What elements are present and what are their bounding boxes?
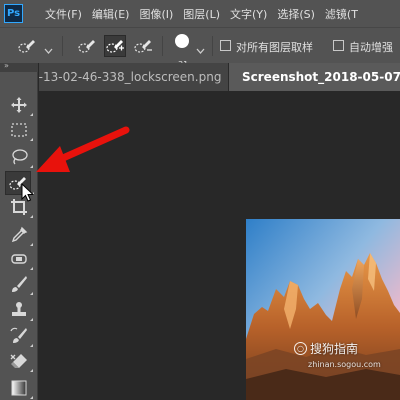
eraser-icon bbox=[10, 354, 27, 368]
mountain-photo bbox=[246, 219, 400, 400]
menu-filter[interactable]: 滤镜(T bbox=[325, 6, 358, 22]
options-divider bbox=[162, 36, 163, 56]
document-image[interactable]: ○ 搜狗指南 zhinan.sogou.com bbox=[246, 219, 400, 400]
sogou-logo-icon: ○ bbox=[294, 342, 307, 355]
tab-label: Screenshot_2018-05-07-12-57 bbox=[242, 70, 400, 84]
move-tool[interactable] bbox=[9, 95, 33, 116]
menu-items: 文件(F) 编辑(E) 图像(I) 图层(L) 文字(Y) 选择(S) 滤镜(T bbox=[45, 6, 368, 22]
menu-bar: Ps 文件(F) 编辑(E) 图像(I) 图层(L) 文字(Y) 选择(S) 滤… bbox=[0, 0, 400, 27]
photoshop-logo: Ps bbox=[4, 4, 23, 23]
lasso-tool[interactable] bbox=[9, 147, 33, 168]
brush-tool[interactable] bbox=[9, 274, 33, 295]
tool-preset-picker[interactable] bbox=[16, 35, 38, 57]
move-icon bbox=[11, 97, 27, 113]
gradient-tool[interactable] bbox=[9, 378, 33, 399]
canvas-area[interactable]: ○ 搜狗指南 zhinan.sogou.com bbox=[39, 92, 400, 400]
gradient-icon bbox=[11, 380, 27, 396]
options-bar: 31 对所有图层取样 自动增强 bbox=[0, 27, 400, 69]
document-tabs: 4-13-02-46-338_lockscreen.png × Screensh… bbox=[39, 63, 400, 91]
auto-enhance-label: 自动增强 bbox=[349, 41, 393, 54]
options-divider bbox=[212, 36, 213, 56]
history-brush-icon bbox=[10, 327, 27, 343]
collapse-icon[interactable]: » bbox=[4, 61, 9, 70]
watermark-url: zhinan.sogou.com bbox=[308, 360, 381, 369]
chevron-down-icon[interactable] bbox=[44, 40, 53, 59]
menu-image[interactable]: 图像(I) bbox=[139, 6, 173, 22]
watermark-text: 搜狗指南 bbox=[310, 342, 359, 356]
healing-brush-tool[interactable] bbox=[9, 249, 33, 270]
brush-picker[interactable] bbox=[174, 33, 190, 53]
bandage-icon bbox=[11, 254, 27, 264]
brush-icon bbox=[12, 276, 27, 292]
add-to-selection-button[interactable] bbox=[104, 35, 126, 57]
tools-panel: » bbox=[0, 61, 38, 400]
eraser-tool[interactable] bbox=[9, 351, 33, 372]
menu-select[interactable]: 选择(S) bbox=[277, 6, 315, 22]
history-brush-tool[interactable] bbox=[9, 326, 33, 347]
chevron-down-icon[interactable] bbox=[196, 40, 205, 59]
tools-panel-header[interactable]: » bbox=[0, 61, 38, 72]
watermark: ○ 搜狗指南 bbox=[294, 340, 358, 357]
eyedropper-tool[interactable] bbox=[9, 225, 33, 246]
options-divider bbox=[62, 36, 63, 56]
sample-all-layers-label: 对所有图层取样 bbox=[236, 41, 313, 54]
eyedropper-icon bbox=[11, 226, 28, 243]
tab-label: 4-13-02-46-338_lockscreen.png bbox=[39, 70, 222, 84]
menu-layer[interactable]: 图层(L) bbox=[183, 6, 220, 22]
document-tab-active[interactable]: Screenshot_2018-05-07-12-57 bbox=[229, 63, 400, 91]
brush-tip-icon bbox=[175, 34, 189, 48]
menu-file[interactable]: 文件(F) bbox=[45, 6, 82, 22]
rect-marquee-icon bbox=[11, 123, 27, 137]
auto-enhance-checkbox[interactable] bbox=[333, 40, 344, 51]
marquee-tool[interactable] bbox=[9, 120, 33, 141]
mouse-cursor-icon bbox=[21, 183, 34, 202]
new-selection-icon bbox=[78, 40, 95, 53]
subtract-from-selection-button[interactable] bbox=[132, 35, 154, 57]
subtract-selection-icon bbox=[134, 40, 152, 53]
add-to-selection-icon bbox=[106, 40, 124, 53]
quick-selection-icon bbox=[18, 40, 35, 53]
menu-type[interactable]: 文字(Y) bbox=[230, 6, 267, 22]
document-tab[interactable]: 4-13-02-46-338_lockscreen.png × bbox=[39, 63, 229, 91]
clone-stamp-tool[interactable] bbox=[9, 300, 33, 321]
menu-edit[interactable]: 编辑(E) bbox=[92, 6, 130, 22]
stamp-icon bbox=[12, 302, 26, 316]
new-selection-button[interactable] bbox=[76, 35, 98, 57]
sample-all-layers-checkbox[interactable] bbox=[220, 40, 231, 51]
lasso-icon bbox=[12, 149, 28, 165]
